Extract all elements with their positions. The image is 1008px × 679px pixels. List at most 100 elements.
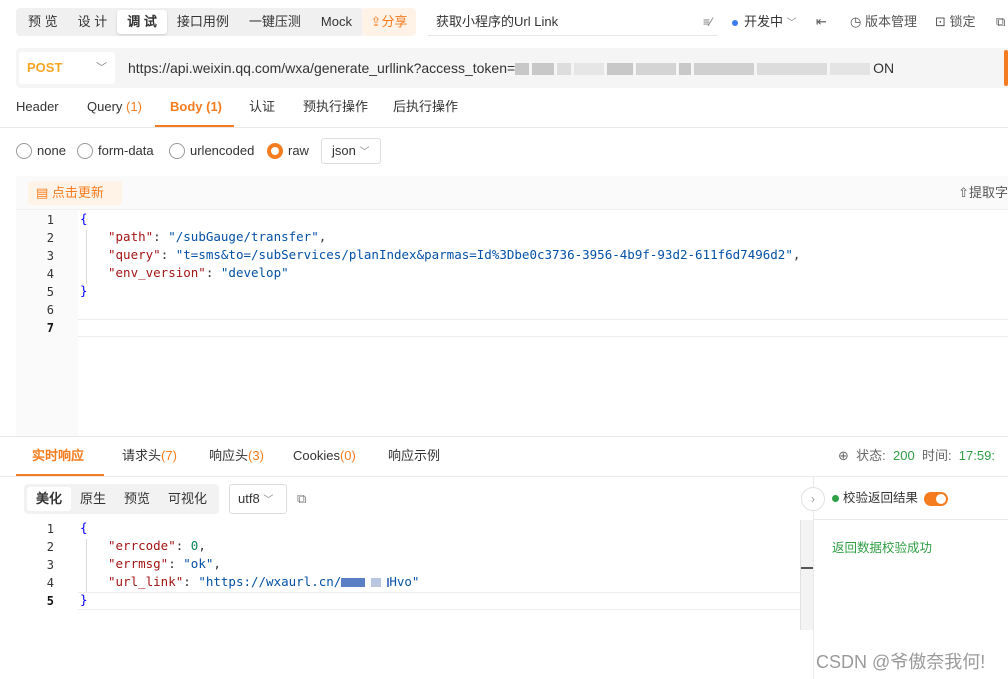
share-button[interactable]: ⇪分享	[362, 8, 416, 36]
mode-debug[interactable]: 调 试	[117, 10, 167, 34]
tab-header[interactable]: Header	[16, 88, 59, 128]
radio-label: none	[37, 143, 66, 158]
mode-test-cases[interactable]: 接口用例	[167, 10, 239, 34]
tab-pre-script[interactable]: 预执行操作	[303, 88, 368, 128]
editor-header: ▤ 点击更新 ⇧提取字	[16, 176, 1008, 210]
tab-cookies[interactable]: Cookies(0)	[293, 437, 356, 475]
json-value: Hvo"	[389, 574, 420, 589]
tab-label: 响应头	[209, 448, 249, 463]
indent-guide	[86, 539, 87, 593]
tab-query[interactable]: Query (1)	[87, 88, 142, 128]
version-label: 版本管理	[864, 14, 917, 29]
tab-label: 响应示例	[388, 448, 441, 463]
chevron-down-icon: ﹀	[786, 18, 797, 29]
mode-design[interactable]: 设 计	[68, 10, 118, 34]
tab-response-headers[interactable]: 响应头(3)	[209, 437, 264, 475]
chevron-down-icon: ﹀	[263, 495, 274, 506]
code-line: "path": "/subGauge/transfer",	[108, 229, 327, 244]
redacted-link	[371, 578, 382, 587]
url-input[interactable]: https://api.weixin.qq.com/wxa/generate_u…	[128, 48, 1008, 88]
status-code: 200	[893, 448, 915, 463]
top-toolbar: 预 览 设 计 调 试 接口用例 一键压测 Mock ⇪分享 获取小程序的Url…	[0, 0, 1008, 44]
line-number: 2	[46, 540, 54, 554]
redacted-token	[694, 63, 755, 76]
method-label: POST	[27, 60, 63, 75]
request-body-editor[interactable]: { "path": "/subGauge/transfer", "query":…	[78, 210, 1008, 436]
json-key: "env_version"	[108, 265, 206, 280]
radio-raw[interactable]: raw	[267, 142, 309, 160]
json-value: "t=sms&to=/subServices/planIndex&parmas=…	[175, 247, 793, 262]
tab-body[interactable]: Body (1)	[170, 88, 222, 128]
watermark: CSDN @爷傲奈我何!	[816, 652, 986, 672]
view-pretty[interactable]: 美化	[27, 487, 72, 511]
tab-count: (1)	[206, 99, 223, 114]
response-status: ⊕ 状态: 200 时间: 17:59:	[838, 437, 995, 475]
api-title-field[interactable]: 获取小程序的Url Link ≡⁄	[428, 8, 718, 36]
view-preview[interactable]: 预览	[115, 487, 159, 511]
lock-icon: ⊡	[935, 14, 946, 29]
api-title-text: 获取小程序的Url Link	[436, 14, 559, 29]
view-mode-group: 美化 原生 预览 可视化	[24, 484, 220, 514]
request-editor-gutter: 1 2 3 4 5 6 7	[16, 210, 78, 436]
time-label: 时间:	[921, 448, 952, 463]
copy-api-icon[interactable]: ⧉	[996, 8, 1005, 36]
view-visual[interactable]: 可视化	[159, 487, 216, 511]
scrollbar-thumb[interactable]	[801, 567, 813, 569]
validation-toggle[interactable]	[924, 491, 949, 506]
edit-icon[interactable]: ≡⁄	[703, 8, 712, 36]
tab-auth[interactable]: 认证	[249, 88, 275, 128]
radio-none[interactable]: none	[16, 142, 66, 160]
chevron-right-icon: ›	[811, 492, 815, 506]
tab-label: Cookies	[293, 448, 340, 463]
json-value: "develop"	[220, 265, 289, 280]
method-select[interactable]: POST ﹀	[19, 52, 115, 84]
clock-icon: ◷	[850, 14, 862, 29]
body-format-select[interactable]: json ﹀	[321, 138, 381, 164]
tab-count: (7)	[161, 448, 177, 463]
radio-form-data[interactable]: form-data	[77, 142, 154, 160]
send-button-edge[interactable]	[1004, 50, 1008, 86]
upload-icon: ⇧	[958, 185, 969, 200]
response-scrollbar[interactable]	[800, 520, 813, 630]
chevron-down-icon: ﹀	[96, 62, 107, 74]
update-button[interactable]: ▤ 点击更新	[28, 181, 122, 205]
json-key: "errcode"	[108, 538, 176, 553]
chevron-down-icon: ﹀	[359, 147, 370, 158]
env-list-icon[interactable]: ⇤	[816, 8, 827, 36]
tab-live-response[interactable]: 实时响应	[32, 437, 84, 475]
json-value: "ok"	[183, 556, 214, 571]
collapse-panel-button[interactable]: ›	[801, 487, 825, 511]
json-value: "/subGauge/transfer"	[168, 229, 319, 244]
tab-label: 请求头	[122, 448, 162, 463]
mode-mock[interactable]: Mock	[311, 10, 362, 34]
tab-response-examples[interactable]: 响应示例	[388, 437, 440, 475]
redacted-token	[515, 63, 530, 76]
view-raw[interactable]: 原生	[71, 487, 115, 511]
radio-circle	[169, 142, 185, 159]
redacted-token	[830, 63, 871, 76]
url-prefix: https://api.weixin.qq.com/wxa/generate_u…	[128, 60, 516, 76]
mode-stress-test[interactable]: 一键压测	[239, 10, 311, 34]
json-value: "https://wxaurl.cn/	[198, 574, 342, 589]
environment-select[interactable]: 开发中 ﹀	[732, 8, 797, 36]
copy-icon[interactable]: ⧉	[297, 484, 306, 514]
mode-preview[interactable]: 预 览	[18, 10, 68, 34]
divider	[814, 519, 1008, 520]
tab-request-headers[interactable]: 请求头(7)	[122, 437, 177, 475]
lock-button[interactable]: ⊡ 锁定	[935, 8, 976, 36]
validation-label: 校验返回结果	[843, 491, 919, 505]
code-line: "env_version": "develop"	[108, 265, 289, 280]
extract-label: 提取字	[968, 185, 1008, 200]
redacted-token	[757, 63, 828, 76]
tab-label: Body	[170, 99, 203, 114]
tab-label: Header	[16, 99, 59, 114]
tab-post-script[interactable]: 后执行操作	[393, 88, 458, 128]
validation-message: 返回数据校验成功	[832, 541, 933, 555]
version-manage-button[interactable]: ◷ 版本管理	[850, 8, 917, 36]
response-body-viewer[interactable]: { "errcode": 0, "errmsg": "ok", "url_lin…	[78, 520, 800, 679]
encoding-select[interactable]: utf8 ﹀	[229, 484, 287, 514]
redacted-token	[636, 63, 677, 76]
response-editor-gutter: 1 2 3 4 5	[16, 520, 78, 679]
extract-link[interactable]: ⇧提取字	[958, 176, 1008, 210]
radio-urlencoded[interactable]: urlencoded	[169, 142, 254, 160]
